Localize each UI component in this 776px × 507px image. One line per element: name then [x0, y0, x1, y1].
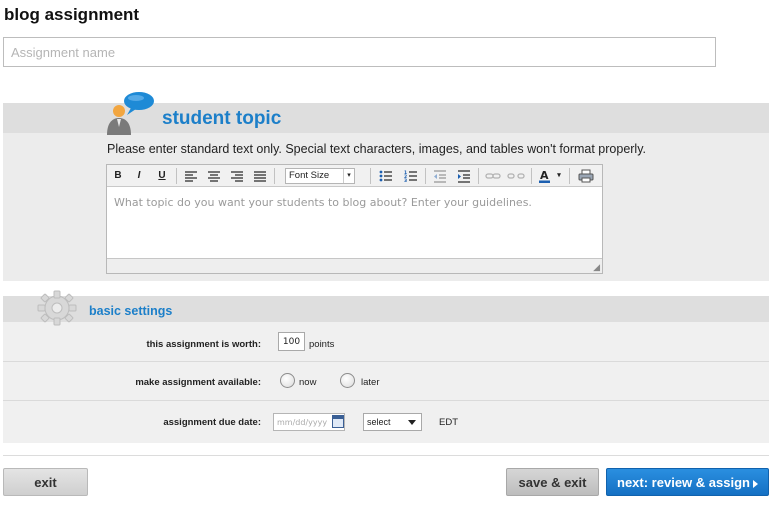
arrow-right-icon: [752, 479, 758, 488]
next-review-assign-button[interactable]: next: review & assign: [606, 468, 769, 496]
print-icon[interactable]: [577, 168, 595, 184]
editor-toolbar: B I U Font Size ▾ 123 A ▾: [107, 165, 602, 187]
link-icon[interactable]: [484, 168, 502, 184]
worth-label: this assignment is worth:: [146, 339, 261, 350]
topic-editor: B I U Font Size ▾ 123 A ▾ What topic do …: [106, 164, 603, 274]
timezone-label: EDT: [439, 417, 458, 428]
align-right-icon[interactable]: [228, 168, 246, 184]
font-size-select[interactable]: Font Size ▾: [285, 168, 355, 184]
gear-icon: [37, 290, 77, 326]
chevron-down-icon[interactable]: ▾: [554, 168, 564, 184]
outdent-icon[interactable]: [431, 168, 449, 184]
points-unit: points: [309, 339, 335, 350]
available-now-radio[interactable]: [280, 373, 295, 388]
bold-icon[interactable]: B: [109, 168, 127, 184]
next-button-label: next: review & assign: [617, 475, 750, 490]
indent-icon[interactable]: [455, 168, 473, 184]
due-time-value: select: [367, 417, 391, 427]
calendar-icon[interactable]: [332, 415, 344, 428]
due-date-label: assignment due date:: [163, 417, 261, 428]
svg-text:3: 3: [404, 178, 407, 184]
basic-settings-title: basic settings: [89, 304, 173, 318]
topic-instructions: Please enter standard text only. Special…: [107, 142, 647, 156]
available-later-label: later: [361, 377, 380, 388]
available-now-label: now: [299, 377, 317, 388]
due-time-select[interactable]: select: [363, 413, 422, 431]
basic-settings-panel: basic settings this assignment is worth:…: [3, 290, 769, 443]
editor-statusbar: ◢: [107, 258, 602, 273]
available-label: make assignment available:: [135, 377, 261, 388]
exit-button[interactable]: exit: [3, 468, 88, 496]
align-left-icon[interactable]: [182, 168, 200, 184]
assignment-name-input[interactable]: [3, 37, 716, 67]
unlink-icon[interactable]: [507, 168, 525, 184]
student-speech-icon: [107, 92, 154, 135]
points-input[interactable]: [278, 332, 305, 351]
text-color-icon[interactable]: A: [537, 168, 555, 184]
student-topic-title: student topic: [162, 108, 282, 129]
save-exit-button[interactable]: save & exit: [506, 468, 599, 496]
chevron-down-icon: ▾: [343, 169, 354, 183]
align-justify-icon[interactable]: [251, 168, 269, 184]
chevron-down-icon: [408, 420, 416, 425]
italic-icon[interactable]: I: [130, 168, 148, 184]
page-title: blog assignment: [4, 5, 140, 24]
font-size-label: Font Size: [289, 170, 330, 181]
resize-grip-icon[interactable]: ◢: [593, 263, 600, 272]
unordered-list-icon[interactable]: [377, 168, 395, 184]
svg-text:A: A: [540, 169, 549, 182]
ordered-list-icon[interactable]: 123: [402, 168, 420, 184]
available-later-radio[interactable]: [340, 373, 355, 388]
align-center-icon[interactable]: [205, 168, 223, 184]
footer-divider: [3, 455, 769, 456]
topic-editor-textarea[interactable]: [107, 188, 602, 258]
underline-icon[interactable]: U: [153, 168, 171, 184]
student-topic-panel: student topic Please enter standard text…: [3, 92, 769, 281]
